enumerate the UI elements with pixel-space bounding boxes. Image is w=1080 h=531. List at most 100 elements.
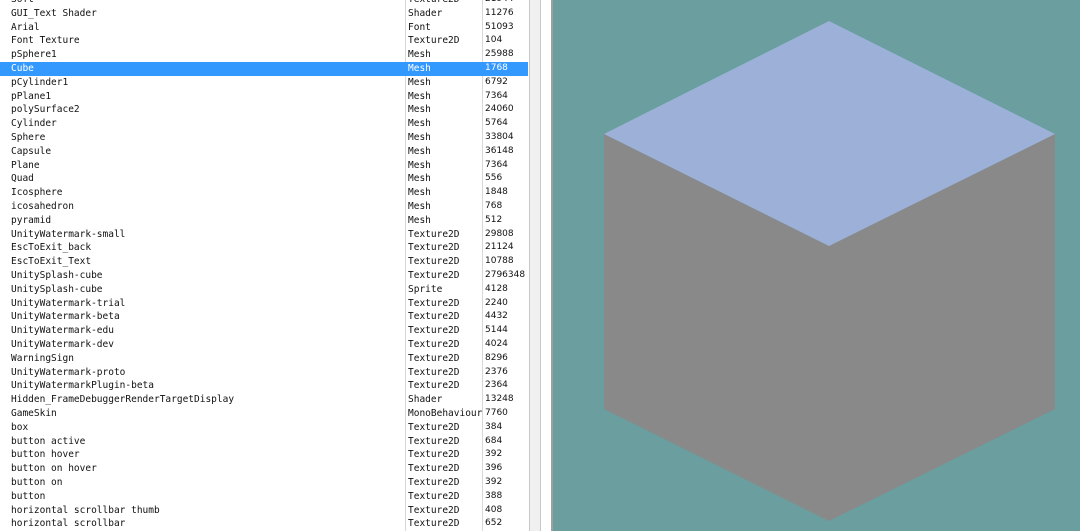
asset-name: button bbox=[11, 490, 46, 502]
asset-type: Texture2D bbox=[408, 35, 460, 47]
asset-size: 1768 bbox=[485, 63, 508, 73]
asset-type: Texture2D bbox=[408, 435, 460, 447]
asset-row[interactable]: UnityWatermark-proto Texture2D 2376 bbox=[0, 366, 528, 380]
asset-size: 408 bbox=[485, 504, 503, 515]
asset-type: Texture2D bbox=[408, 311, 460, 323]
asset-row[interactable]: button Texture2D 388 bbox=[0, 490, 528, 504]
asset-type: Texture2D bbox=[408, 242, 460, 254]
asset-type: Texture2D bbox=[408, 366, 460, 378]
asset-row[interactable]: button on Texture2D 392 bbox=[0, 476, 528, 490]
asset-row[interactable]: horizontal scrollbar thumb Texture2D 408 bbox=[0, 504, 528, 518]
asset-type: Texture2D bbox=[408, 421, 460, 433]
asset-row[interactable]: UnityWatermark-small Texture2D 29808 bbox=[0, 228, 528, 242]
asset-name: Soft bbox=[11, 0, 401, 7]
asset-row[interactable]: GUI_Text Shader Shader 11276 bbox=[0, 7, 528, 21]
cube-render bbox=[604, 21, 1055, 521]
asset-type: Texture2D bbox=[408, 325, 460, 337]
asset-type: Font bbox=[408, 21, 431, 33]
asset-row[interactable]: EscToExit_Text Texture2D 10788 bbox=[0, 255, 528, 269]
asset-type: Texture2D bbox=[408, 297, 460, 309]
asset-row[interactable]: Hidden_FrameDebuggerRenderTargetDisplay S… bbox=[0, 393, 528, 407]
asset-row[interactable]: Font Texture Texture2D 104 bbox=[0, 34, 528, 48]
asset-name: Cube bbox=[11, 63, 34, 74]
asset-name: Font Texture bbox=[11, 35, 80, 47]
asset-size: 21944 bbox=[485, 0, 527, 7]
asset-row[interactable]: Quad Mesh 556 bbox=[0, 172, 528, 186]
asset-row[interactable]: UnitySplash-cube Texture2D 2796348 bbox=[0, 269, 528, 283]
asset-type: Mesh bbox=[408, 201, 431, 212]
asset-type: Texture2D bbox=[408, 256, 460, 268]
asset-name: Plane bbox=[11, 159, 40, 171]
asset-name: pSphere1 bbox=[11, 49, 57, 61]
asset-row[interactable]: Cylinder Mesh 5764 bbox=[0, 117, 528, 131]
asset-size: 392 bbox=[485, 449, 503, 460]
asset-size: 388 bbox=[485, 490, 503, 501]
asset-size: 33804 bbox=[485, 132, 514, 142]
asset-name: horizontal scrollbar bbox=[11, 518, 126, 530]
asset-name: UnityWatermark-beta bbox=[11, 311, 120, 323]
asset-name: polySurface2 bbox=[11, 104, 80, 116]
asset-name: Quad bbox=[11, 173, 34, 185]
asset-row[interactable]: Cube Mesh 1768 bbox=[0, 62, 528, 76]
asset-type: Mesh bbox=[408, 173, 431, 185]
scene-viewport[interactable] bbox=[553, 0, 1080, 531]
asset-name: icosahedron bbox=[11, 201, 74, 212]
asset-row[interactable]: pCylinder1 Mesh 6792 bbox=[0, 76, 528, 90]
asset-type: Texture2D bbox=[408, 270, 460, 281]
asset-name: pPlane1 bbox=[11, 90, 52, 102]
asset-name: UnitySplash-cube bbox=[11, 283, 103, 295]
asset-type: Mesh bbox=[408, 118, 431, 130]
asset-size: 7364 bbox=[485, 159, 508, 170]
asset-type: Texture2D bbox=[408, 449, 460, 461]
asset-row[interactable]: UnityWatermark-dev Texture2D 4024 bbox=[0, 338, 528, 352]
asset-row[interactable]: Arial Font 51093 bbox=[0, 21, 528, 35]
asset-type: Texture2D bbox=[408, 380, 460, 392]
asset-size: 36148 bbox=[485, 145, 514, 156]
asset-row[interactable]: WarningSign Texture2D 8296 bbox=[0, 352, 528, 366]
asset-row[interactable]: Plane Mesh 7364 bbox=[0, 159, 528, 173]
asset-type: Mesh bbox=[408, 159, 431, 171]
asset-type: Texture2D bbox=[408, 463, 460, 475]
asset-name: Cylinder bbox=[11, 118, 57, 130]
asset-row[interactable]: GameSkin MonoBehaviour 7760 bbox=[0, 407, 528, 421]
asset-type: Sprite bbox=[408, 283, 443, 295]
asset-row[interactable]: Icosphere Mesh 1848 bbox=[0, 186, 528, 200]
asset-row[interactable]: Soft Texture2D21944 bbox=[0, 0, 528, 7]
asset-size: 51093 bbox=[485, 21, 514, 32]
asset-row[interactable]: EscToExit_back Texture2D 21124 bbox=[0, 241, 528, 255]
asset-row[interactable]: UnityWatermark-trial Texture2D 2240 bbox=[0, 297, 528, 311]
asset-type: Texture2D bbox=[408, 477, 460, 488]
asset-row[interactable]: button active Texture2D 684 bbox=[0, 435, 528, 449]
asset-type: Shader bbox=[408, 394, 443, 406]
asset-type: Texture2D bbox=[408, 352, 460, 364]
asset-size: 5764 bbox=[485, 118, 508, 129]
asset-name: UnityWatermarkPlugin-beta bbox=[11, 380, 154, 392]
asset-row[interactable]: pPlane1 Mesh 7364 bbox=[0, 90, 528, 104]
asset-row[interactable]: Capsule Mesh 36148 bbox=[0, 145, 528, 159]
asset-size: 392 bbox=[485, 477, 503, 487]
asset-size: 104 bbox=[485, 35, 503, 46]
asset-row[interactable]: icosahedron Mesh 768 bbox=[0, 200, 528, 214]
asset-row[interactable]: button on hover Texture2D 396 bbox=[0, 462, 528, 476]
asset-row[interactable]: Sphere Mesh 33804 bbox=[0, 131, 528, 145]
vertical-scrollbar[interactable] bbox=[529, 0, 541, 531]
asset-row[interactable]: UnityWatermark-beta Texture2D 4432 bbox=[0, 310, 528, 324]
asset-type: Mesh bbox=[408, 214, 431, 226]
asset-row[interactable]: polySurface2 Mesh 24060 bbox=[0, 103, 528, 117]
asset-row[interactable]: pSphere1 Mesh 25988 bbox=[0, 48, 528, 62]
asset-size: 2376 bbox=[485, 366, 508, 377]
asset-type: Mesh bbox=[408, 63, 431, 74]
asset-size: 21124 bbox=[485, 242, 514, 253]
asset-row[interactable]: UnityWatermarkPlugin-beta Texture2D 2364 bbox=[0, 379, 528, 393]
asset-size: 6792 bbox=[485, 76, 508, 87]
asset-row[interactable]: UnitySplash-cube Sprite 4128 bbox=[0, 283, 528, 297]
asset-row[interactable]: box Texture2D 384 bbox=[0, 421, 528, 435]
asset-row[interactable]: horizontal scrollbar Texture2D 652 bbox=[0, 517, 528, 531]
asset-name: GUI_Text Shader bbox=[11, 7, 97, 19]
asset-type: Texture2D bbox=[408, 490, 460, 502]
asset-row[interactable]: button hover Texture2D 392 bbox=[0, 448, 528, 462]
asset-name: button on hover bbox=[11, 463, 97, 475]
asset-row[interactable]: pyramid Mesh 512 bbox=[0, 214, 528, 228]
asset-size: 10788 bbox=[485, 256, 514, 267]
asset-row[interactable]: UnityWatermark-edu Texture2D 5144 bbox=[0, 324, 528, 338]
